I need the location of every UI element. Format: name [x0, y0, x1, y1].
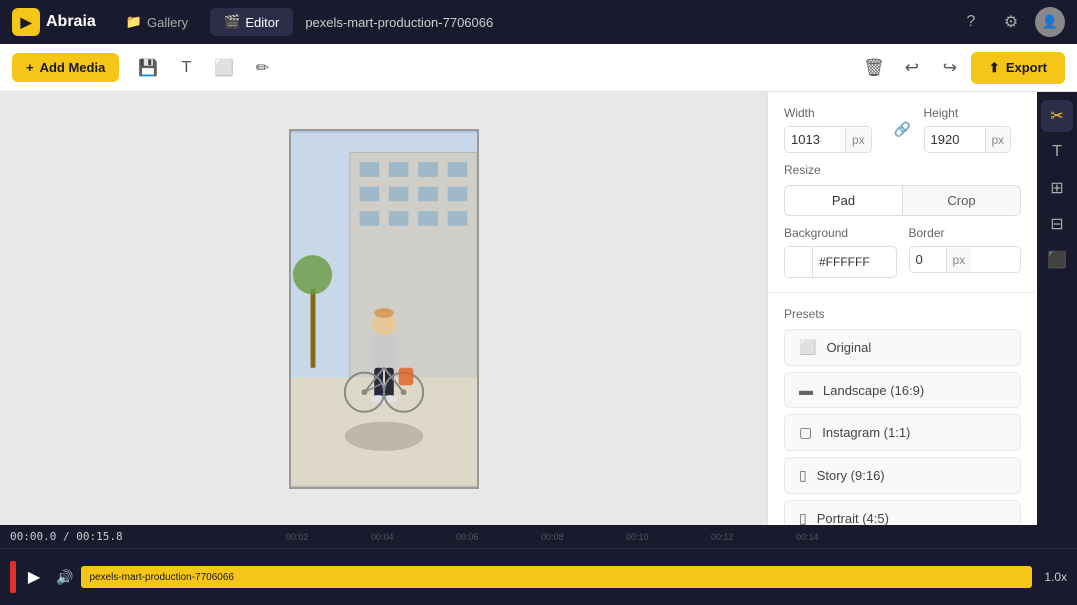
preset-original-button[interactable]: ⬜ Original: [784, 329, 1021, 366]
width-group: Width px: [784, 106, 882, 153]
pad-button[interactable]: Pad: [785, 186, 903, 215]
editor-tab-label: Editor: [245, 15, 279, 30]
top-nav: ▶ Abraia 📁 Gallery 🎬 Editor pexels-mart-…: [0, 0, 1077, 44]
landscape-preset-icon: ▬: [799, 382, 813, 398]
file-name: pexels-mart-production-7706066: [305, 15, 493, 30]
preset-story-button[interactable]: ▯ Story (9:16): [784, 457, 1021, 494]
avatar[interactable]: 👤: [1035, 7, 1065, 37]
rectangle-tool-button[interactable]: ⬜: [207, 51, 241, 85]
video-preview: [289, 129, 479, 489]
redo-button[interactable]: ↪: [933, 51, 967, 85]
background-group: Background #FFFFFF: [784, 226, 897, 278]
background-label: Background: [784, 226, 897, 240]
resize-label: Resize: [784, 163, 1021, 177]
delete-button[interactable]: 🗑: [857, 51, 891, 85]
timeline-header: 00:00.0 / 00:15.8 00:02 00:04 00:06 00:0…: [0, 525, 1077, 549]
track-bar[interactable]: pexels-mart-production-7706066: [81, 566, 1032, 588]
presets-section: Presets ⬜ Original ▬ Landscape (16:9) ▢ …: [768, 293, 1037, 525]
height-group: Height px: [924, 106, 1022, 153]
canvas-area: [0, 92, 767, 525]
settings-button[interactable]: ⚙: [995, 6, 1027, 38]
preset-instagram-label: Instagram (1:1): [822, 425, 910, 440]
border-input[interactable]: [910, 247, 946, 272]
export-icon: ⬆: [989, 60, 1000, 76]
width-input-wrap: px: [784, 126, 872, 153]
sidebar-crop-button[interactable]: ✂: [1041, 100, 1073, 132]
gallery-tab-label: Gallery: [147, 15, 188, 30]
track-name: pexels-mart-production-7706066: [89, 572, 234, 583]
bottom-area: 00:00.0 / 00:15.8 00:02 00:04 00:06 00:0…: [0, 525, 1077, 605]
width-label: Width: [784, 106, 882, 120]
editor-icon: 🎬: [224, 14, 240, 30]
portrait-preset-icon: ▯: [799, 510, 807, 525]
bg-color-swatch[interactable]: [785, 247, 813, 277]
story-preset-icon: ▯: [799, 467, 807, 484]
bg-color-wrap: #FFFFFF: [784, 246, 897, 278]
height-input-group: px: [924, 126, 1022, 153]
video-svg: [291, 129, 477, 489]
height-input[interactable]: [925, 127, 985, 152]
border-unit: px: [946, 248, 972, 272]
help-button[interactable]: ?: [955, 6, 987, 38]
sidebar-adjust-button[interactable]: ⊟: [1041, 208, 1073, 240]
preset-portrait-button[interactable]: ▯ Portrait (4:5): [784, 500, 1021, 525]
app-name: Abraia: [46, 13, 96, 31]
folder-icon: 📁: [126, 14, 142, 30]
width-input[interactable]: [785, 127, 845, 152]
instagram-preset-icon: ▢: [799, 424, 812, 441]
height-input-wrap: px: [924, 126, 1012, 153]
resize-buttons: Pad Crop: [784, 185, 1021, 216]
preset-landscape-label: Landscape (16:9): [823, 383, 924, 398]
main-area: Width px 🔗 Height px: [0, 92, 1077, 525]
preset-story-label: Story (9:16): [817, 468, 885, 483]
editor-tab[interactable]: 🎬 Editor: [210, 8, 293, 36]
draw-tool-button[interactable]: ✏: [245, 51, 279, 85]
video-inner: [291, 131, 477, 487]
logo: ▶ Abraia: [12, 8, 96, 36]
bg-border-row: Background #FFFFFF Border px: [784, 226, 1021, 278]
presets-label: Presets: [784, 307, 1021, 321]
speed-display[interactable]: 1.0x: [1044, 570, 1067, 584]
preset-original-label: Original: [826, 340, 871, 355]
width-unit: px: [845, 128, 871, 152]
time-display: 00:00.0 / 00:15.8: [10, 530, 123, 543]
add-media-button[interactable]: + Add Media: [12, 53, 119, 82]
preset-landscape-button[interactable]: ▬ Landscape (16:9): [784, 372, 1021, 408]
sidebar-elements-button[interactable]: ⊞: [1041, 172, 1073, 204]
bg-color-text[interactable]: #FFFFFF: [813, 250, 896, 274]
undo-button[interactable]: ↩: [895, 51, 929, 85]
add-media-label: Add Media: [40, 60, 106, 75]
link-dimensions-icon[interactable]: 🔗: [892, 119, 914, 141]
export-label: Export: [1006, 60, 1047, 75]
logo-icon: ▶: [12, 8, 40, 36]
height-label: Height: [924, 106, 1022, 120]
gallery-tab[interactable]: 📁 Gallery: [112, 8, 202, 36]
sidebar-text-button[interactable]: T: [1041, 136, 1073, 168]
plus-icon: +: [26, 60, 34, 75]
right-panel: Width px 🔗 Height px: [767, 92, 1037, 525]
border-label: Border: [909, 226, 1022, 240]
width-input-group: px: [784, 126, 882, 153]
preset-portrait-label: Portrait (4:5): [817, 511, 889, 525]
dimensions-row: Width px 🔗 Height px: [784, 106, 1021, 153]
height-unit: px: [985, 128, 1011, 152]
sidebar-export-button[interactable]: ⬛: [1041, 244, 1073, 276]
playhead-marker: [10, 561, 16, 593]
save-tool-button[interactable]: 💾: [131, 51, 165, 85]
volume-icon[interactable]: 🔊: [56, 569, 73, 586]
border-input-wrap: px: [909, 246, 1022, 273]
crop-button[interactable]: Crop: [903, 186, 1020, 215]
export-button[interactable]: ⬆ Export: [971, 52, 1065, 84]
original-preset-icon: ⬜: [799, 339, 816, 356]
preset-instagram-button[interactable]: ▢ Instagram (1:1): [784, 414, 1021, 451]
timeline-track-area: ▶ 🔊 pexels-mart-production-7706066 1.0x: [0, 549, 1077, 605]
text-tool-button[interactable]: T: [169, 51, 203, 85]
toolbar: + Add Media 💾 T ⬜ ✏ 🗑 ↩ ↪ ⬆ Export: [0, 44, 1077, 92]
dimensions-section: Width px 🔗 Height px: [768, 92, 1037, 293]
play-button[interactable]: ▶: [20, 563, 48, 591]
right-sidebar: ✂ T ⊞ ⊟ ⬛: [1037, 92, 1077, 525]
border-group: Border px: [909, 226, 1022, 278]
